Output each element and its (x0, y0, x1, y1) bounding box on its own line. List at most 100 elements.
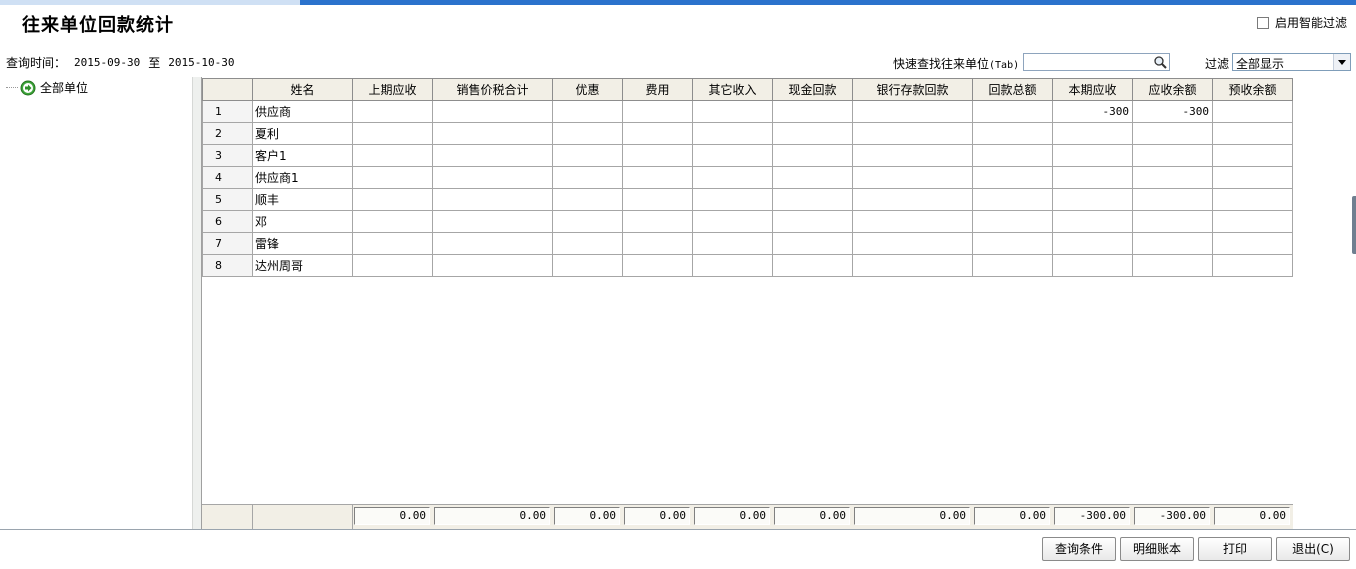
cell-cash-collection[interactable] (772, 232, 853, 255)
cell-other-income[interactable] (692, 122, 773, 145)
cell-other-income[interactable] (692, 188, 773, 211)
cell-current-receivable[interactable] (1052, 188, 1133, 211)
cell-discount[interactable] (552, 232, 623, 255)
cell-sales-total[interactable] (432, 100, 553, 123)
cell-bank-collection[interactable] (852, 100, 973, 123)
cell-receivable-balance[interactable] (1132, 254, 1213, 277)
cell-cash-collection[interactable] (772, 188, 853, 211)
cell-receivable-balance[interactable] (1132, 144, 1213, 167)
cell-prepaid-balance[interactable] (1212, 144, 1293, 167)
cell-fee[interactable] (622, 210, 693, 233)
column-header-prepaid-balance[interactable]: 预收余额 (1212, 78, 1293, 101)
table-row[interactable]: 6邓 (202, 210, 1293, 233)
table-row[interactable]: 5 顺丰 (202, 188, 1293, 211)
cell-previous-receivable[interactable] (352, 188, 433, 211)
cell-bank-collection[interactable] (852, 166, 973, 189)
cell-other-income[interactable] (692, 144, 773, 167)
cell-name[interactable]: 雷锋 (252, 232, 353, 255)
column-header-receivable-balance[interactable]: 应收余额 (1132, 78, 1213, 101)
side-panel-handle[interactable] (1352, 196, 1356, 254)
cell-previous-receivable[interactable] (352, 254, 433, 277)
cell-name[interactable]: 顺丰 (252, 188, 353, 211)
table-row[interactable]: 2 夏利 (202, 122, 1293, 145)
cell-sales-total[interactable] (432, 122, 553, 145)
cell-collection-total[interactable] (972, 254, 1053, 277)
cell-bank-collection[interactable] (852, 188, 973, 211)
cell-receivable-balance[interactable] (1132, 232, 1213, 255)
cell-previous-receivable[interactable] (352, 100, 433, 123)
cell-sales-total[interactable] (432, 166, 553, 189)
cell-previous-receivable[interactable] (352, 144, 433, 167)
cell-receivable-balance[interactable] (1132, 188, 1213, 211)
column-header-current-receivable[interactable]: 本期应收 (1052, 78, 1133, 101)
cell-collection-total[interactable] (972, 144, 1053, 167)
cell-bank-collection[interactable] (852, 122, 973, 145)
cell-previous-receivable[interactable] (352, 210, 433, 233)
cell-collection-total[interactable] (972, 210, 1053, 233)
cell-prepaid-balance[interactable] (1212, 232, 1293, 255)
cell-previous-receivable[interactable] (352, 122, 433, 145)
cell-cash-collection[interactable] (772, 254, 853, 277)
cell-discount[interactable] (552, 188, 623, 211)
cell-current-receivable[interactable] (1052, 232, 1133, 255)
cell-name[interactable]: 邓 (252, 210, 353, 233)
cell-collection-total[interactable] (972, 122, 1053, 145)
quick-search-input[interactable] (1024, 54, 1155, 70)
cell-bank-collection[interactable] (852, 210, 973, 233)
cell-prepaid-balance[interactable] (1212, 122, 1293, 145)
cell-sales-total[interactable] (432, 210, 553, 233)
cell-prepaid-balance[interactable] (1212, 254, 1293, 277)
cell-discount[interactable] (552, 122, 623, 145)
cell-receivable-balance[interactable] (1132, 122, 1213, 145)
exit-button[interactable]: 退出(C) (1276, 537, 1350, 561)
print-button[interactable]: 打印 (1198, 537, 1272, 561)
chevron-down-icon[interactable] (1333, 54, 1350, 70)
cell-prepaid-balance[interactable] (1212, 188, 1293, 211)
column-header-cash-collection[interactable]: 现金回款 (772, 78, 853, 101)
cell-current-receivable[interactable] (1052, 210, 1133, 233)
cell-cash-collection[interactable] (772, 100, 853, 123)
column-header-name[interactable]: 姓名 (252, 78, 353, 101)
cell-bank-collection[interactable] (852, 144, 973, 167)
cell-cash-collection[interactable] (772, 144, 853, 167)
cell-fee[interactable] (622, 254, 693, 277)
detail-ledger-button[interactable]: 明细账本 (1120, 537, 1194, 561)
cell-collection-total[interactable] (972, 100, 1053, 123)
cell-prepaid-balance[interactable] (1212, 210, 1293, 233)
cell-name[interactable]: 达州周哥 (252, 254, 353, 277)
cell-prepaid-balance[interactable] (1212, 100, 1293, 123)
cell-other-income[interactable] (692, 166, 773, 189)
cell-sales-total[interactable] (432, 232, 553, 255)
cell-discount[interactable] (552, 100, 623, 123)
cell-prepaid-balance[interactable] (1212, 166, 1293, 189)
cell-fee[interactable] (622, 166, 693, 189)
table-row[interactable]: 8 达州周哥 (202, 254, 1293, 277)
column-header-bank-collection[interactable]: 银行存款回款 (852, 78, 973, 101)
cell-name[interactable]: 供应商 (252, 100, 353, 123)
cell-fee[interactable] (622, 122, 693, 145)
quick-search-field[interactable] (1023, 53, 1170, 71)
cell-name[interactable]: 夏利 (252, 122, 353, 145)
cell-sales-total[interactable] (432, 188, 553, 211)
cell-discount[interactable] (552, 144, 623, 167)
cell-other-income[interactable] (692, 210, 773, 233)
cell-other-income[interactable] (692, 232, 773, 255)
cell-current-receivable[interactable]: -300 (1052, 100, 1133, 123)
column-header-sales-total[interactable]: 销售价税合计 (432, 78, 553, 101)
search-icon[interactable] (1153, 55, 1168, 69)
cell-receivable-balance[interactable] (1132, 166, 1213, 189)
cell-fee[interactable] (622, 188, 693, 211)
cell-discount[interactable] (552, 166, 623, 189)
cell-current-receivable[interactable] (1052, 166, 1133, 189)
cell-current-receivable[interactable] (1052, 122, 1133, 145)
cell-collection-total[interactable] (972, 188, 1053, 211)
cell-sales-total[interactable] (432, 254, 553, 277)
filter-dropdown[interactable]: 全部显示 (1232, 53, 1351, 71)
cell-fee[interactable] (622, 232, 693, 255)
tree-node-all-units[interactable]: 全部单位 (6, 79, 88, 96)
column-header-other-income[interactable]: 其它收入 (692, 78, 773, 101)
cell-cash-collection[interactable] (772, 166, 853, 189)
panel-splitter[interactable] (192, 77, 201, 529)
cell-collection-total[interactable] (972, 166, 1053, 189)
column-header-previous-receivable[interactable]: 上期应收 (352, 78, 433, 101)
